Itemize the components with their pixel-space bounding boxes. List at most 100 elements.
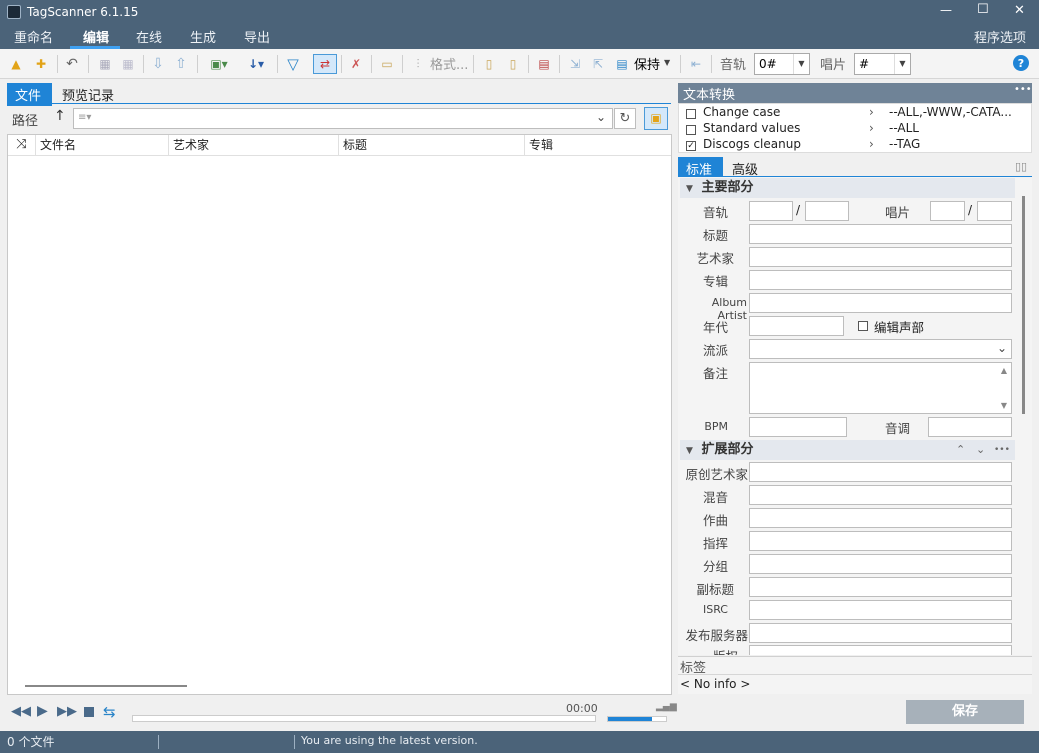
shuffle-icon[interactable]: ⤨ (8, 135, 36, 155)
sort-icon[interactable]: ↓▾ (240, 54, 272, 74)
repeat-icon[interactable]: ⇆ (103, 703, 116, 721)
disc-total-input[interactable] (977, 201, 1012, 221)
move-up-icon[interactable]: ⇧ (171, 54, 191, 74)
save-button[interactable]: 保存 (906, 700, 1024, 724)
subtitle-input[interactable] (749, 577, 1012, 597)
stop-icon[interactable] (84, 707, 94, 717)
copyright-input[interactable] (749, 645, 1012, 655)
export-icon[interactable]: ⇱ (588, 54, 608, 74)
select-icon[interactable]: ▣▾ (203, 54, 235, 74)
tag-info-panel: 标签 < No info > (678, 656, 1032, 694)
collapse-icon: ▼ (686, 446, 693, 456)
remove-tag-icon[interactable]: ✗ (346, 54, 366, 74)
file-prev-icon[interactable]: ▯ (479, 54, 499, 74)
rewind-icon[interactable]: ◀◀ (11, 704, 31, 719)
album-artist-input[interactable] (749, 293, 1012, 313)
format-icon[interactable]: ⫶ (408, 54, 428, 74)
disc-label: 唱片 (820, 58, 847, 73)
genre-select[interactable]: ⌄ (749, 339, 1012, 359)
import-icon[interactable]: ⇲ (565, 54, 585, 74)
bpm-input[interactable] (749, 417, 847, 437)
disc-number-select[interactable]: # ▼ (854, 53, 911, 75)
chevron-up-icon[interactable]: ⌃ (956, 440, 965, 460)
conductor-input[interactable] (749, 531, 1012, 551)
title-input[interactable] (749, 224, 1012, 244)
track-number-select[interactable]: 0# ▼ (754, 53, 810, 75)
more-icon[interactable]: ••• (1014, 84, 1032, 95)
menu-generate[interactable]: 生成 (190, 27, 216, 46)
menu-edit[interactable]: 编辑 (83, 27, 109, 46)
seek-bar[interactable] (132, 715, 596, 722)
scroll-up-icon[interactable]: ▲ (1001, 366, 1007, 375)
panel-layout-icon[interactable]: ▯▯ (1015, 160, 1027, 173)
refresh-icon[interactable]: ↻ (614, 108, 636, 129)
artist-input[interactable] (749, 247, 1012, 267)
volume-slider[interactable] (607, 716, 667, 722)
file-count: 0 个文件 (7, 735, 55, 749)
status-message: You are using the latest version. (301, 734, 478, 747)
keep-dropdown-arrow[interactable]: ▼ (664, 58, 670, 67)
compilation-checkbox[interactable] (858, 321, 868, 331)
chevron-down-icon[interactable]: ⌄ (596, 110, 606, 124)
menu-options[interactable]: 程序选项 (974, 27, 1026, 46)
menu-export[interactable]: 导出 (244, 27, 270, 46)
help-icon[interactable]: ? (1013, 55, 1029, 71)
key-input[interactable] (928, 417, 1012, 437)
maximize-button[interactable]: ☐ (977, 2, 989, 17)
open-folder-icon[interactable]: ▲ (6, 54, 26, 74)
more-icon[interactable]: ••• (994, 440, 1010, 460)
fast-forward-icon[interactable]: ▶▶ (57, 704, 77, 719)
add-folder-icon[interactable]: ✚ (31, 54, 51, 74)
chevron-down-icon[interactable]: ⌄ (976, 440, 985, 460)
close-button[interactable]: ✕ (1014, 3, 1025, 18)
remixer-input[interactable] (749, 485, 1012, 505)
file-list[interactable]: ⤨ 文件名 艺术家 标题 专辑 (7, 134, 672, 695)
chevron-down-icon: ▼ (793, 54, 809, 74)
keep-dropdown[interactable]: 保持 (634, 54, 660, 73)
main-section-header[interactable]: ▼ 主要部分 (680, 178, 1015, 198)
original-artist-input[interactable] (749, 462, 1012, 482)
change-case-checkbox[interactable] (686, 109, 696, 119)
format-button[interactable]: 格式... (430, 54, 468, 73)
column-filename[interactable]: 文件名 (36, 135, 169, 155)
menu-online[interactable]: 在线 (136, 27, 162, 46)
tag-convert-icon[interactable]: ▤ (534, 54, 554, 74)
disc-input[interactable] (930, 201, 965, 221)
isrc-input[interactable] (749, 600, 1012, 620)
browse-folder-icon[interactable]: ▣ (644, 107, 668, 130)
tag-to-file-icon[interactable]: ⇤ (686, 54, 706, 74)
standard-values-checkbox[interactable] (686, 125, 696, 135)
composer-input[interactable] (749, 508, 1012, 528)
year-input[interactable] (749, 316, 844, 336)
grid-alt-icon[interactable]: ▦ (118, 54, 138, 74)
comment-textarea[interactable]: ▲ ▼ (749, 362, 1012, 414)
column-album[interactable]: 专辑 (525, 135, 671, 155)
filter-icon[interactable]: ▽ (283, 54, 303, 74)
column-title[interactable]: 标题 (339, 135, 525, 155)
up-folder-icon[interactable]: ↑ (54, 108, 66, 124)
compare-icon[interactable]: ⇄ (313, 54, 337, 74)
column-artist[interactable]: 艺术家 (169, 135, 339, 155)
menu-rename[interactable]: 重命名 (14, 27, 53, 46)
album-input[interactable] (749, 270, 1012, 290)
grouping-input[interactable] (749, 554, 1012, 574)
file-next-icon[interactable]: ▯ (503, 54, 523, 74)
play-icon[interactable]: ▶ (37, 703, 48, 719)
track-input[interactable] (749, 201, 793, 221)
publisher-input[interactable] (749, 623, 1012, 643)
editor-scrollbar[interactable] (1022, 196, 1025, 414)
grid-icon[interactable]: ▦ (95, 54, 115, 74)
discogs-cleanup-checkbox[interactable]: ✓ (686, 141, 696, 151)
extended-section-header[interactable]: ▼ 扩展部分 ⌃ ⌄ ••• (680, 440, 1015, 460)
keep-icon[interactable]: ▤ (612, 54, 632, 74)
minimize-button[interactable]: — (940, 3, 952, 17)
path-input[interactable]: ≡▾ ⌄ (73, 108, 613, 129)
move-down-icon[interactable]: ⇩ (148, 54, 168, 74)
arrow-right-icon: › (869, 105, 874, 119)
horizontal-scrollbar[interactable] (25, 685, 187, 687)
track-total-input[interactable] (805, 201, 849, 221)
status-bar: 0 个文件 You are using the latest version. (0, 731, 1039, 753)
cover-icon[interactable]: ▭ (377, 54, 397, 74)
scroll-down-icon[interactable]: ▼ (1001, 401, 1007, 410)
undo-icon[interactable]: ↶ (62, 54, 82, 74)
